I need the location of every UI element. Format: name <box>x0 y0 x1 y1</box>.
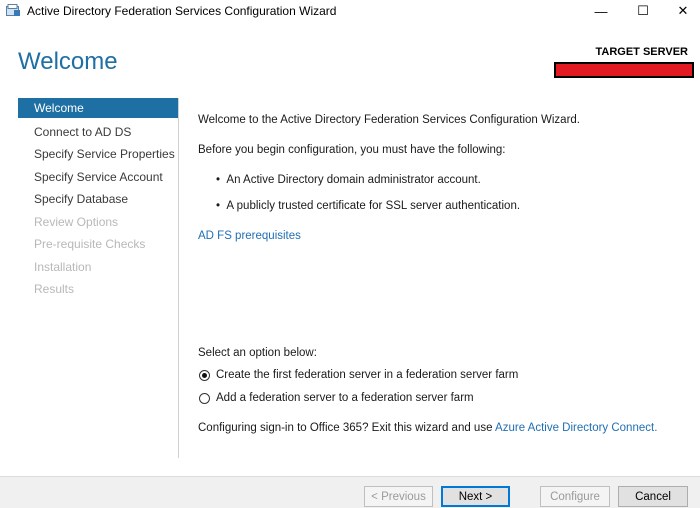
title-bar: Active Directory Federation Services Con… <box>0 0 700 22</box>
option-create-first-server[interactable]: Create the first federation server in a … <box>199 369 518 381</box>
nav-step-service-properties[interactable]: Specify Service Properties <box>18 143 178 166</box>
page-title: Welcome <box>18 48 118 75</box>
nav-step-database[interactable]: Specify Database <box>18 188 178 211</box>
wizard-steps-nav: Welcome Connect to AD DS Specify Service… <box>18 98 178 301</box>
requirement-text: A publicly trusted certificate for SSL s… <box>226 200 521 212</box>
select-option-label: Select an option below: <box>198 347 317 359</box>
close-icon: ✕ <box>677 3 689 18</box>
target-server-redaction <box>554 62 694 78</box>
window-title: Active Directory Federation Services Con… <box>27 4 337 18</box>
welcome-intro-text: Welcome to the Active Directory Federati… <box>198 114 580 126</box>
nav-step-review-options: Review Options <box>34 214 119 229</box>
option-add-server[interactable]: Add a federation server to a federation … <box>199 392 474 404</box>
ad-fs-prerequisites-link[interactable]: AD FS prerequisites <box>198 230 301 242</box>
nav-divider <box>178 98 179 458</box>
minimize-button[interactable]: — <box>578 0 624 22</box>
radio-create-first-server[interactable] <box>199 369 210 381</box>
nav-step-installation: Installation <box>34 259 92 274</box>
option-create-first-server-label: Create the first federation server in a … <box>216 369 519 381</box>
option-add-server-label: Add a federation server to a federation … <box>216 392 474 404</box>
requirement-item: • A publicly trusted certificate for SSL… <box>216 200 521 212</box>
nav-step-prerequisite-checks: Pre-requisite Checks <box>34 237 146 251</box>
previous-button: < Previous <box>364 486 433 507</box>
nav-step-connect-ad-ds[interactable]: Connect to AD DS <box>18 121 178 144</box>
azure-ad-connect-link[interactable]: Azure Active Directory Connect. <box>495 422 657 434</box>
minimize-icon: — <box>594 3 608 19</box>
cancel-button[interactable]: Cancel <box>618 486 688 507</box>
office365-note: Configuring sign-in to Office 365? Exit … <box>198 422 657 434</box>
requirement-text: An Active Directory domain administrator… <box>226 174 481 186</box>
nav-step-service-account[interactable]: Specify Service Account <box>18 166 178 189</box>
requirements-intro-text: Before you begin configuration, you must… <box>198 144 506 156</box>
nav-step-results: Results <box>34 282 75 296</box>
maximize-icon: ☐ <box>637 3 649 18</box>
close-button[interactable]: ✕ <box>660 0 700 22</box>
app-icon <box>6 4 20 16</box>
next-button[interactable]: Next > <box>441 486 510 507</box>
configure-button: Configure <box>540 486 610 507</box>
requirement-item: • An Active Directory domain administrat… <box>216 174 481 186</box>
target-server-label: TARGET SERVER <box>595 46 689 58</box>
radio-add-server[interactable] <box>199 392 210 404</box>
nav-step-welcome[interactable]: Welcome <box>18 98 178 118</box>
office365-note-text: Configuring sign-in to Office 365? Exit … <box>198 422 496 434</box>
